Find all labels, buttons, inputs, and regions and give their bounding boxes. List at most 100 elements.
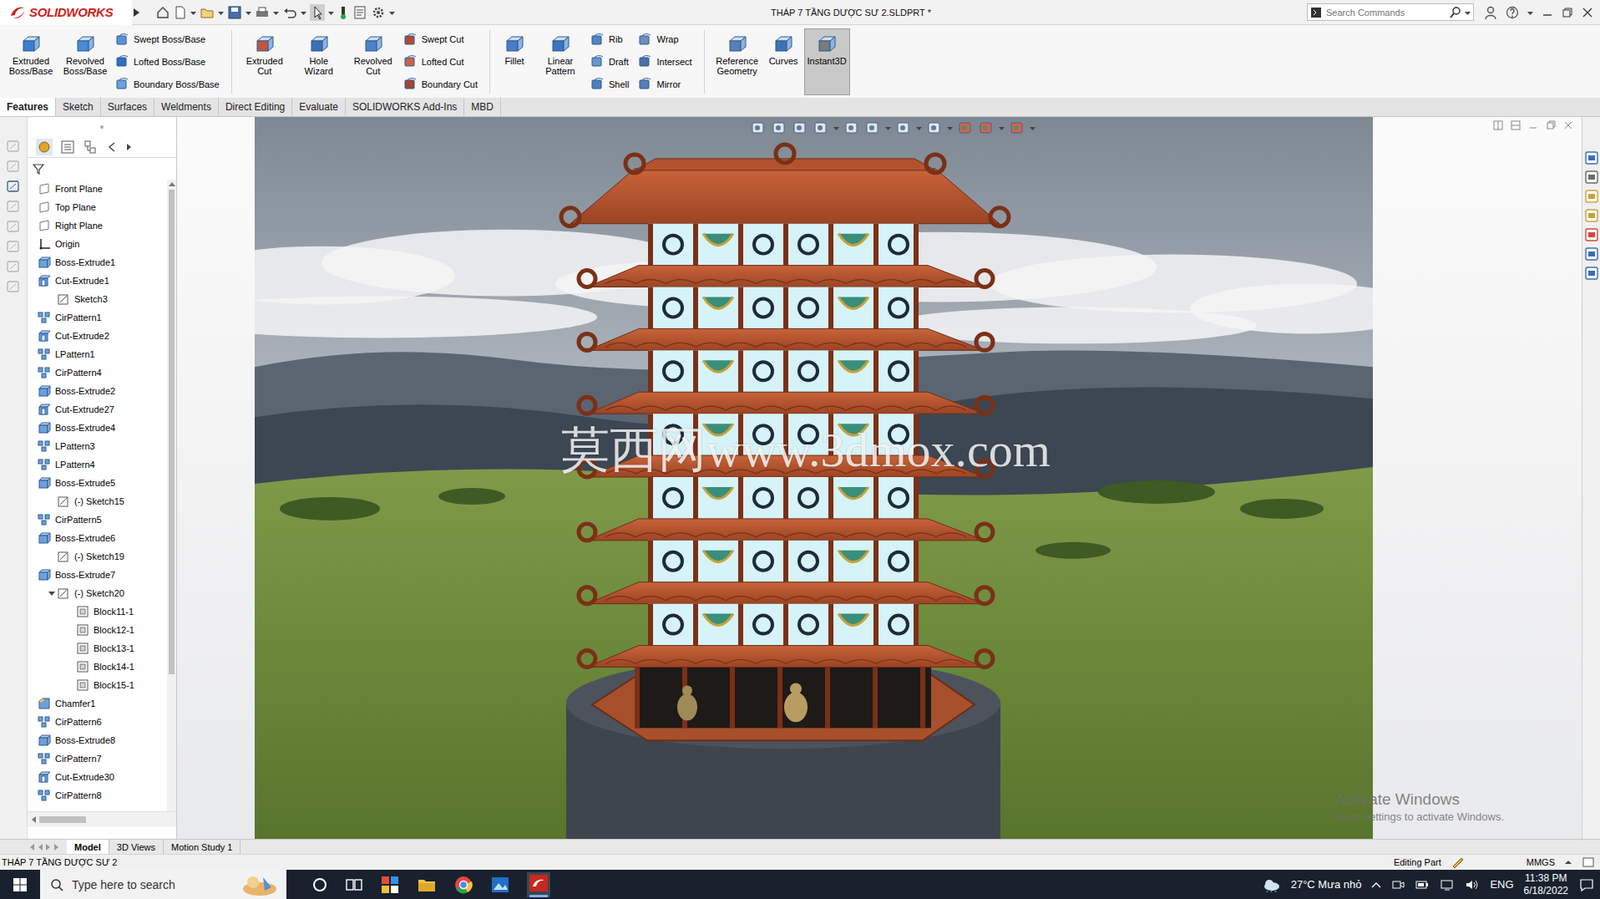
sketch-icon[interactable] — [5, 158, 21, 174]
tree-item[interactable]: Block11-1 — [27, 602, 168, 621]
clock[interactable]: 11:38 PM6/18/2022 — [1524, 871, 1569, 897]
view-settings-icon[interactable] — [1008, 120, 1026, 136]
graphics-area[interactable]: 莫西网www.3dmox.comActivate WindowsGo to se… — [177, 116, 1582, 839]
command-button[interactable]: Lofted Cut — [403, 53, 478, 70]
command-button[interactable]: Draft — [590, 53, 629, 70]
command-button[interactable]: Swept Boss/Base — [115, 31, 220, 48]
task-view-icon[interactable] — [344, 875, 364, 893]
tree-item[interactable]: Boss-Extrude2 — [27, 381, 168, 400]
tree-item[interactable]: Cut-Extrude30 — [27, 767, 168, 786]
tree-item[interactable]: Block15-1 — [27, 675, 168, 694]
multitask-app-icon[interactable] — [379, 874, 400, 895]
ribbon-tab[interactable]: SOLIDWORKS Add-Ins — [345, 97, 465, 117]
horizontal-scrollbar[interactable] — [27, 810, 177, 827]
viewport-close-icon[interactable] — [1563, 120, 1574, 131]
scroll-thumb[interactable] — [39, 815, 87, 823]
command-button[interactable]: Swept Cut — [403, 31, 478, 48]
dropdown-icon[interactable] — [245, 6, 252, 19]
ribbon-tab[interactable]: Sketch — [55, 97, 102, 117]
command-button[interactable]: Revolved Boss/Base — [59, 28, 112, 96]
taskbar-search[interactable]: Type here to search — [40, 869, 287, 899]
tree-item[interactable]: Chamfer1 — [27, 693, 168, 713]
dropdown-icon[interactable] — [946, 121, 953, 134]
property-manager-tab-icon[interactable] — [59, 138, 76, 156]
print-icon[interactable] — [254, 5, 270, 21]
tree-item[interactable]: CirPattern4 — [27, 363, 168, 382]
tree-item[interactable]: Block13-1 — [27, 638, 168, 658]
dropdown-icon[interactable] — [217, 6, 224, 19]
new-document-icon[interactable] — [173, 5, 188, 21]
undo-icon[interactable] — [282, 5, 298, 21]
command-button[interactable]: Curves — [765, 28, 802, 96]
vertical-scrollbar[interactable] — [167, 179, 177, 811]
tree-item[interactable]: LPattern1 — [27, 344, 168, 364]
dropdown-icon[interactable] — [300, 6, 307, 19]
forum-icon[interactable] — [1584, 265, 1600, 281]
tree-item[interactable]: Boss-Extrude5 — [27, 473, 168, 492]
user-icon[interactable] — [1483, 5, 1498, 21]
tree-item[interactable]: Block14-1 — [27, 657, 168, 676]
save-icon[interactable] — [227, 5, 243, 21]
tree-item[interactable]: Boss-Extrude6 — [27, 528, 168, 547]
scroll-thumb[interactable] — [168, 189, 175, 674]
select-cursor-icon[interactable] — [309, 4, 325, 21]
edit-appearance-icon[interactable] — [956, 120, 974, 136]
design-library-icon[interactable] — [1584, 169, 1600, 185]
tree-item[interactable]: Boss-Extrude8 — [27, 730, 168, 750]
ribbon-tab[interactable]: Surfaces — [101, 97, 155, 117]
viewport-split-icon[interactable] — [1493, 120, 1504, 131]
tree-item[interactable]: Right Plane — [27, 216, 168, 235]
command-button[interactable]: Wrap — [637, 31, 692, 48]
home-resources-icon[interactable] — [1584, 150, 1600, 166]
scroll-right-icon[interactable] — [124, 138, 133, 156]
weather-icon[interactable] — [1262, 876, 1282, 892]
chrome-icon[interactable] — [453, 874, 474, 895]
scroll-left-arrow-icon[interactable] — [30, 815, 36, 823]
notifications-icon[interactable] — [1578, 876, 1595, 892]
zoom-area-icon[interactable] — [770, 120, 788, 136]
dropdown-icon[interactable] — [273, 6, 279, 19]
search-input[interactable] — [1324, 6, 1447, 19]
quick-tips-icon[interactable] — [1581, 855, 1595, 868]
smart-dimension-icon[interactable] — [5, 138, 21, 154]
tree-item[interactable]: (-) Sketch19 — [27, 546, 168, 566]
volume-icon[interactable] — [1464, 877, 1480, 892]
show-hidden-icons-icon[interactable] — [1371, 880, 1382, 889]
command-button[interactable]: Lofted Boss/Base — [115, 53, 220, 70]
options-gear-icon[interactable] — [370, 5, 386, 21]
tree-item[interactable]: Cut-Extrude27 — [27, 400, 168, 419]
tree-item[interactable]: Cut-Extrude2 — [27, 326, 168, 345]
tree-item[interactable]: Block12-1 — [27, 620, 168, 639]
restore-icon[interactable] — [1561, 6, 1574, 19]
configuration-manager-tab-icon[interactable] — [82, 138, 100, 156]
tree-item[interactable]: Boss-Extrude7 — [27, 565, 168, 584]
ribbon-tab[interactable]: Direct Editing — [218, 97, 293, 117]
tree-item[interactable]: Cut-Extrude1 — [27, 271, 168, 290]
command-button[interactable]: Reference Geometry — [711, 28, 764, 96]
dropdown-icon[interactable] — [1029, 121, 1036, 134]
dropdown-icon[interactable] — [998, 121, 1005, 134]
appearances-icon[interactable] — [1584, 227, 1600, 243]
zoom-to-fit-icon[interactable] — [749, 120, 767, 136]
battery-icon[interactable] — [1414, 877, 1430, 892]
ribbon-tab[interactable]: Weldments — [154, 97, 219, 117]
viewport-restore-icon[interactable] — [1545, 120, 1556, 131]
tree-item[interactable]: CirPattern8 — [27, 785, 168, 805]
file-explorer-icon[interactable] — [416, 874, 437, 895]
solidworks-app-icon[interactable] — [526, 871, 551, 897]
dropdown-icon[interactable] — [190, 6, 197, 19]
scroll-up-icon[interactable] — [168, 181, 176, 187]
tree-item[interactable]: Boss-Extrude1 — [27, 253, 168, 272]
previous-view-icon[interactable] — [791, 120, 809, 136]
last-tab-icon[interactable] — [53, 842, 61, 851]
appearance-icon[interactable] — [5, 258, 21, 274]
ribbon-tab[interactable]: Evaluate — [292, 97, 346, 117]
command-button[interactable]: Extruded Cut — [238, 28, 291, 96]
photos-app-icon[interactable] — [490, 874, 511, 895]
tree-item[interactable]: (-) Sketch15 — [27, 491, 168, 511]
tree-item[interactable]: LPattern4 — [27, 455, 168, 474]
cortana-icon[interactable] — [311, 875, 329, 893]
tree-item[interactable]: Sketch3 — [27, 289, 168, 309]
weather-text[interactable]: 27°C Mưa nhỏ — [1291, 877, 1363, 891]
tree-item[interactable]: (-) Sketch20 — [27, 583, 168, 603]
